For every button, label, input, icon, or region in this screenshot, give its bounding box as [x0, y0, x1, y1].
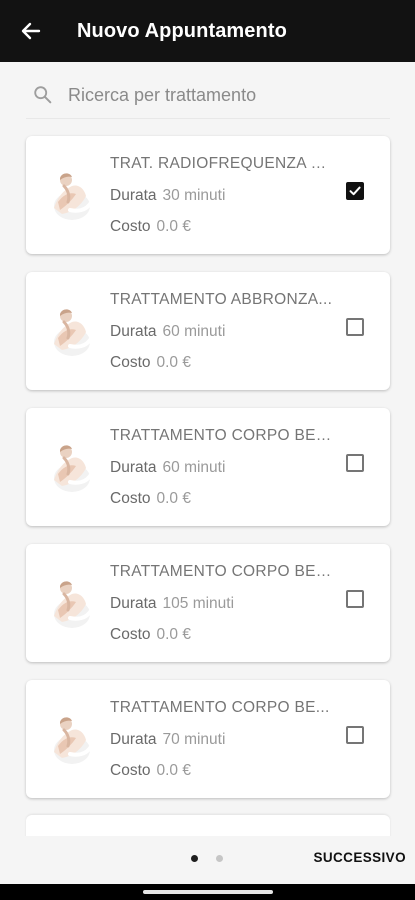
page-indicator-active	[191, 855, 198, 862]
duration-value: 30 minuti	[162, 187, 226, 204]
duration-row: Durata 60 minuti	[110, 323, 225, 341]
cost-row: Costo 0.0 €	[110, 490, 191, 508]
cost-label: Costo	[110, 490, 151, 507]
cost-label: Costo	[110, 762, 151, 779]
duration-row: Durata 30 minuti	[110, 187, 225, 205]
cost-row: Costo 0.0 €	[110, 354, 191, 372]
duration-label: Durata	[110, 731, 157, 748]
duration-label: Durata	[110, 459, 157, 476]
home-gesture-handle[interactable]	[143, 890, 273, 894]
cost-value: 0.0 €	[156, 762, 191, 779]
search-icon	[34, 86, 52, 104]
duration-value: 105 minuti	[162, 595, 235, 612]
cost-row: Costo 0.0 €	[110, 626, 191, 644]
search-bar[interactable]: Ricerca per trattamento	[26, 72, 390, 119]
page-title: Nuovo Appuntamento	[77, 19, 287, 42]
cost-value: 0.0 €	[156, 218, 191, 235]
treatment-title: TRATTAMENTO CORPO BE-...	[110, 427, 334, 444]
checkbox-checked[interactable]	[346, 182, 364, 200]
treatment-title: TRATTAMENTO CORPO BE...	[110, 699, 330, 716]
list-item[interactable]: TRATTAMENTO CORPO BE-... Durata 105 minut…	[26, 544, 390, 662]
treatment-thumbnail	[40, 710, 96, 766]
search-input[interactable]: Ricerca per trattamento	[68, 85, 256, 106]
system-nav-bar	[0, 884, 415, 900]
checkbox[interactable]	[346, 318, 364, 336]
cost-row: Costo 0.0 €	[110, 218, 191, 236]
cost-value: 0.0 €	[156, 626, 191, 643]
treatment-title: TRATTAMENTO ABBRONZA...	[110, 291, 333, 308]
checkbox[interactable]	[346, 726, 364, 744]
checkbox[interactable]	[346, 454, 364, 472]
duration-row: Durata 70 minuti	[110, 731, 225, 749]
duration-row: Durata 60 minuti	[110, 459, 225, 477]
page-indicator-inactive	[216, 855, 223, 862]
cost-label: Costo	[110, 354, 151, 371]
cost-label: Costo	[110, 218, 151, 235]
duration-label: Durata	[110, 187, 157, 204]
list-item[interactable]: TRAT. RADIOFREQUENZA S... Durata 30 minut…	[26, 136, 390, 254]
checkbox[interactable]	[346, 590, 364, 608]
app-bar: Nuovo Appuntamento	[0, 0, 415, 62]
back-arrow-icon[interactable]	[21, 21, 41, 41]
cost-value: 0.0 €	[156, 490, 191, 507]
cost-label: Costo	[110, 626, 151, 643]
list-item[interactable]: TRATTAMENTO CORPO BE-... Durata 60 minuti…	[26, 408, 390, 526]
next-button[interactable]: SUCCESSIVO	[313, 850, 406, 865]
duration-label: Durata	[110, 323, 157, 340]
list-item[interactable]: TRATTAMENTO ABBRONZA... Durata 60 minuti …	[26, 272, 390, 390]
duration-value: 70 minuti	[162, 731, 226, 748]
treatment-thumbnail	[40, 574, 96, 630]
pager-bar: SUCCESSIVO	[0, 836, 415, 884]
list-item[interactable]: TRATTAMENTO CORPO BE... Durata 70 minuti …	[26, 680, 390, 798]
duration-value: 60 minuti	[162, 323, 226, 340]
duration-value: 60 minuti	[162, 459, 226, 476]
duration-row: Durata 105 minuti	[110, 595, 234, 613]
cost-row: Costo 0.0 €	[110, 762, 191, 780]
duration-label: Durata	[110, 595, 157, 612]
treatment-thumbnail	[40, 438, 96, 494]
treatment-title: TRAT. RADIOFREQUENZA S...	[110, 155, 334, 172]
cost-value: 0.0 €	[156, 354, 191, 371]
treatment-title: TRATTAMENTO CORPO BE-...	[110, 563, 334, 580]
treatment-thumbnail	[40, 166, 96, 222]
treatment-thumbnail	[40, 302, 96, 358]
